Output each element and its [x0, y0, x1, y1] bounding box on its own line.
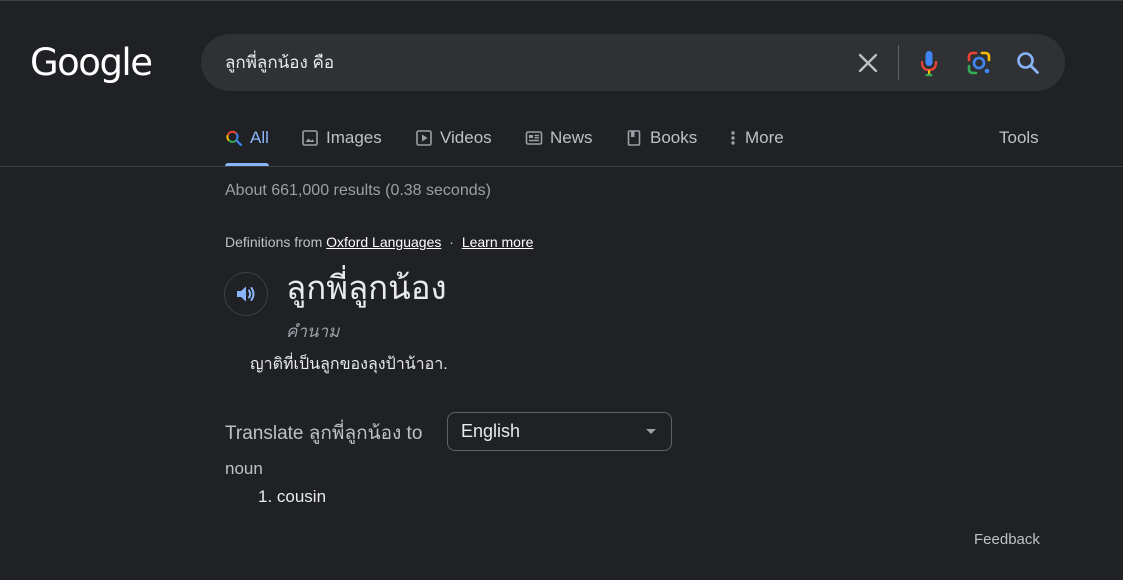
book-icon	[627, 130, 641, 146]
definition-text: ญาติที่เป็นลูกของลุงป้าน้าอา.	[250, 356, 448, 373]
learn-more-link[interactable]: Learn more	[462, 234, 534, 250]
result-stats: About 661,000 results (0.38 seconds)	[225, 182, 491, 199]
search-divider	[898, 45, 899, 80]
voice-search-button[interactable]	[913, 47, 945, 79]
selected-language: English	[461, 421, 521, 441]
image-icon	[302, 130, 318, 146]
tab-all-label: All	[250, 128, 269, 147]
microphone-icon	[920, 51, 938, 77]
speaker-icon	[237, 286, 255, 302]
search-submit-button[interactable]	[1012, 47, 1044, 79]
tools-label: Tools	[999, 128, 1039, 147]
tab-news-label: News	[550, 128, 593, 147]
pronunciation-button[interactable]	[224, 272, 268, 316]
tab-books[interactable]: Books	[625, 110, 697, 166]
translate-label: Translate ลูกพี่ลูกน้อง to	[225, 423, 423, 444]
search-icon	[1017, 52, 1039, 74]
translation-part-of-speech: noun	[225, 459, 263, 478]
tab-more[interactable]: More	[728, 110, 784, 166]
source-separator: ·	[449, 234, 454, 250]
tabs-divider	[0, 166, 1123, 167]
part-of-speech: คำนาม	[286, 322, 340, 341]
tab-videos[interactable]: Videos	[415, 110, 492, 166]
close-icon	[858, 53, 878, 73]
google-logo[interactable]: Google	[30, 40, 153, 86]
search-results-page: Google ลูกพี่ลูกน้อง คือ All Images Vide…	[0, 0, 1123, 580]
search-icon	[226, 130, 243, 147]
tab-books-label: Books	[650, 128, 698, 147]
tools-button[interactable]: Tools	[999, 110, 1039, 166]
top-border	[0, 0, 1123, 1]
tab-more-label: More	[745, 128, 784, 147]
definition-word: ลูกพี่ลูกน้อง	[286, 269, 447, 306]
definition-source: Definitions from Oxford Languages · Lear…	[225, 234, 533, 250]
play-icon	[416, 130, 432, 146]
caret-down-icon	[646, 429, 656, 434]
search-box[interactable]: ลูกพี่ลูกน้อง คือ	[201, 34, 1065, 91]
tab-news[interactable]: News	[525, 110, 593, 166]
source-prefix: Definitions from	[225, 234, 323, 250]
tab-all[interactable]: All	[225, 110, 269, 166]
feedback-link[interactable]: Feedback	[974, 531, 1040, 548]
tab-images[interactable]: Images	[301, 110, 382, 166]
tab-videos-label: Videos	[440, 128, 492, 147]
search-tabs: All Images Videos News Books More Tools	[0, 110, 1123, 166]
google-lens-icon	[967, 51, 991, 75]
tab-images-label: Images	[326, 128, 382, 147]
translation-item: 1. cousin	[258, 487, 327, 506]
newspaper-icon	[525, 131, 543, 145]
target-language-select[interactable]: English	[447, 412, 672, 451]
kebab-icon	[731, 131, 735, 145]
oxford-languages-link[interactable]: Oxford Languages	[326, 234, 441, 250]
lens-search-button[interactable]	[963, 47, 995, 79]
clear-search-button[interactable]	[852, 47, 884, 79]
search-input[interactable]: ลูกพี่ลูกน้อง คือ	[225, 34, 334, 91]
